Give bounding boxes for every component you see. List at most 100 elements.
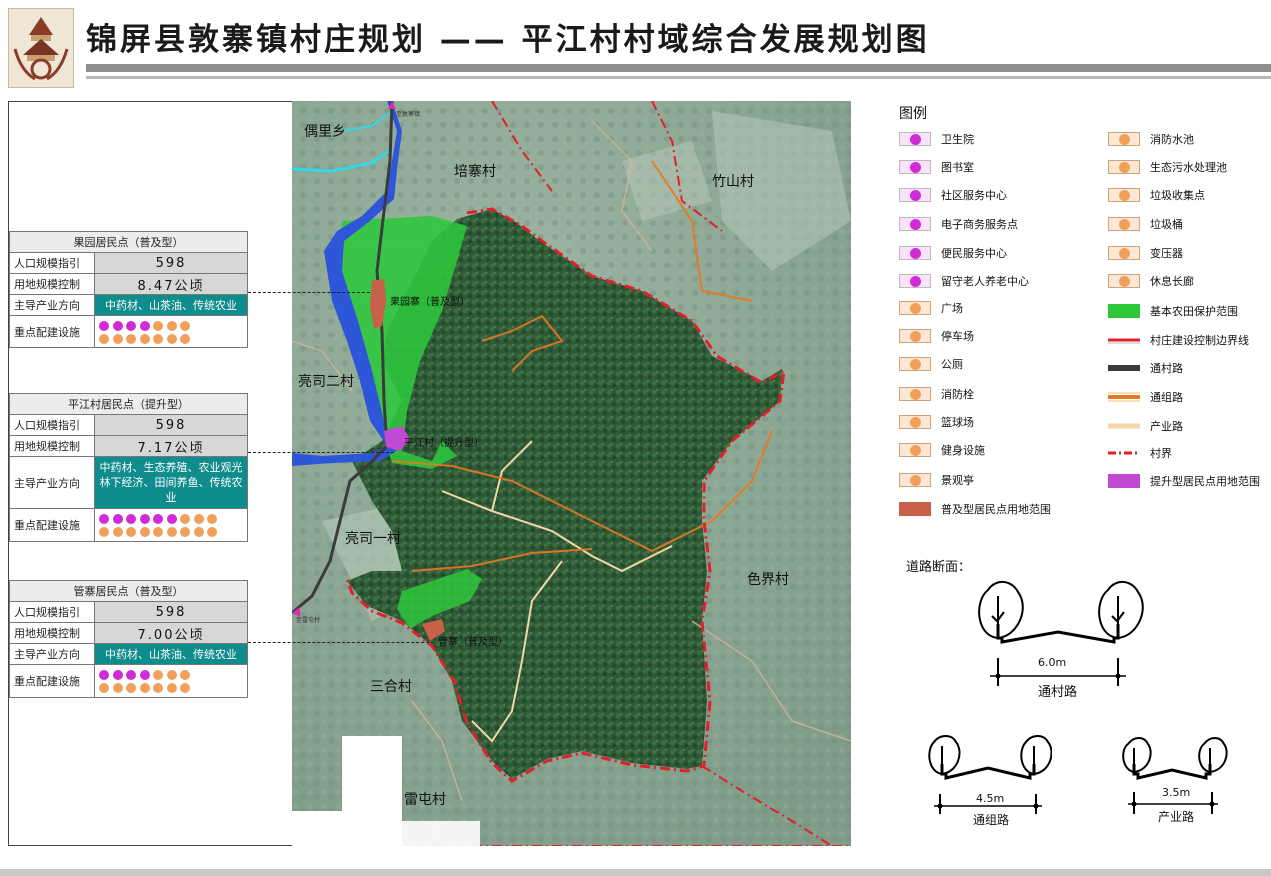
site-label-guoyuan: 果园寨（普及型） xyxy=(390,297,470,308)
road-width-village: 6.0m xyxy=(1038,656,1067,669)
legend-item: 电子商务服务点 xyxy=(899,215,1018,233)
parking-icon xyxy=(899,329,931,343)
legend-item: 便民服务中心 xyxy=(899,244,1007,262)
legend-item: 休息长廊 xyxy=(1108,272,1194,290)
basketball-icon xyxy=(899,415,931,429)
legend-item: 公厕 xyxy=(899,355,963,373)
settlement-table-guoyuan: 果园居民点（普及型） 人口规模指引 598 用地规模控制 8.47公顷 主导产业方向… xyxy=(9,231,248,348)
industry-value: 中药材、山茶油、传统农业 xyxy=(94,294,248,316)
pop-label: 人口规模指引 xyxy=(9,601,95,623)
road-section-title: 道路断面： xyxy=(906,560,972,575)
settlement-table-pingjiang: 平江村居民点（提升型） 人口规模指引 598 用地规模控制 7.17公顷 主导产业方… xyxy=(9,393,248,542)
legend-item: 通组路 xyxy=(1108,388,1183,406)
pop-label: 人口规模指引 xyxy=(9,414,95,436)
group-road-line xyxy=(1108,390,1140,404)
legend-item: 景观亭 xyxy=(899,471,974,489)
ecommerce-icon xyxy=(899,217,931,231)
county-logo xyxy=(8,8,74,88)
elderly-center-icon xyxy=(899,274,931,288)
upgrade-site-swatch xyxy=(1108,474,1140,488)
legend-item: 村庄建设控制边界线 xyxy=(1108,331,1249,349)
legend-item: 变压器 xyxy=(1108,244,1183,262)
facility-icons xyxy=(94,508,248,542)
facility-label: 重点配建设施 xyxy=(9,315,95,348)
tiny-label-dunzhai: 至敦寨镇 xyxy=(396,111,421,118)
legend-item: 社区服务中心 xyxy=(899,186,1007,204)
label-liangsi1: 亮司一村 xyxy=(345,531,401,547)
footer-bar xyxy=(0,869,1271,876)
label-sejie: 色界村 xyxy=(747,572,789,588)
legend-item: 消防水池 xyxy=(1108,130,1194,148)
industry-value: 中药材、生态养殖、农业观光林下经济、田间养鱼、传统农业 xyxy=(94,456,248,509)
fitness-icon xyxy=(899,443,931,457)
land-label: 用地规模控制 xyxy=(9,622,95,644)
legend-item: 产业路 xyxy=(1108,417,1183,435)
legend-item: 提升型居民点用地范围 xyxy=(1108,472,1260,490)
road-width-group: 4.5m xyxy=(976,792,1005,805)
pop-value: 598 xyxy=(94,252,248,274)
corridor-icon xyxy=(1108,274,1140,288)
label-sanhe: 三合村 xyxy=(370,679,412,695)
industry-label: 主导产业方向 xyxy=(9,456,95,509)
garbage-station-icon xyxy=(1108,188,1140,202)
library-icon xyxy=(899,160,931,174)
legend-item: 消防栓 xyxy=(899,385,974,403)
header-divider xyxy=(86,64,1271,72)
legend-item: 卫生院 xyxy=(899,130,974,148)
land-label: 用地规模控制 xyxy=(9,273,95,295)
legend-item: 普及型居民点用地范围 xyxy=(899,500,1051,518)
industry-road-line xyxy=(1108,419,1140,433)
legend-item: 垃圾桶 xyxy=(1108,215,1183,233)
boundary-line xyxy=(1108,333,1140,347)
label-ouli: 偶里乡 xyxy=(304,124,346,140)
legend-item: 健身设施 xyxy=(899,441,985,459)
road-name-industry: 产业路 xyxy=(1158,810,1195,824)
header-divider-thin xyxy=(86,76,1271,79)
legend-item: 留守老人养老中心 xyxy=(899,272,1029,290)
road-width-industry: 3.5m xyxy=(1162,786,1191,799)
legend-item: 基本农田保护范围 xyxy=(1108,302,1238,320)
label-zhushan: 竹山村 xyxy=(712,174,754,190)
convenience-center-icon xyxy=(899,246,931,260)
farmland-swatch xyxy=(1108,304,1140,318)
facility-icons xyxy=(94,315,248,348)
tiny-label-leitun: 至雷屯村 xyxy=(296,617,321,624)
road-name-group: 通组路 xyxy=(973,813,1010,827)
map-svg xyxy=(292,101,851,846)
legend-item: 图书室 xyxy=(899,158,974,176)
pop-value: 598 xyxy=(94,414,248,436)
legend-item: 通村路 xyxy=(1108,359,1183,377)
legend-item: 垃圾收集点 xyxy=(1108,186,1205,204)
land-value: 7.00公顷 xyxy=(94,622,248,644)
settlement-name: 果园居民点（普及型） xyxy=(9,231,248,253)
general-site-swatch xyxy=(899,502,931,516)
transformer-icon xyxy=(1108,246,1140,260)
health-center-icon xyxy=(899,132,931,146)
hydrant-icon xyxy=(899,387,931,401)
village-road-line xyxy=(1108,361,1140,375)
facility-icons xyxy=(94,664,248,698)
legend-item: 篮球场 xyxy=(899,413,974,431)
pop-label: 人口规模指引 xyxy=(9,252,95,274)
toilet-icon xyxy=(899,357,931,371)
legend-item: 村界 xyxy=(1108,444,1172,462)
site-label-guanzhai: 管寨（普及型） xyxy=(438,637,508,648)
pop-value: 598 xyxy=(94,601,248,623)
pavilion-icon xyxy=(899,473,931,487)
sewage-plant-icon xyxy=(1108,160,1140,174)
label-leitun: 雷屯村 xyxy=(404,792,446,808)
facility-label: 重点配建设施 xyxy=(9,664,95,698)
settlement-name: 管寨居民点（普及型） xyxy=(9,580,248,602)
leader-line-guoyuan xyxy=(248,292,370,293)
land-value: 7.17公顷 xyxy=(94,435,248,457)
garbage-bin-icon xyxy=(1108,217,1140,231)
settlement-name: 平江村居民点（提升型） xyxy=(9,393,248,415)
label-peizhai: 培寨村 xyxy=(454,164,496,180)
square-icon xyxy=(899,301,931,315)
legend-item: 生态污水处理池 xyxy=(1108,158,1227,176)
industry-label: 主导产业方向 xyxy=(9,643,95,665)
satellite-map: 偶里乡 培寨村 竹山村 亮司二村 亮司一村 色界村 三合村 雷屯村 果园寨（普及… xyxy=(292,101,851,846)
legend-title: 图例 xyxy=(899,106,927,122)
legend-item: 广场 xyxy=(899,299,963,317)
page-title: 锦屏县敦寨镇村庄规划 —— 平江村村域综合发展规划图 xyxy=(86,22,930,58)
